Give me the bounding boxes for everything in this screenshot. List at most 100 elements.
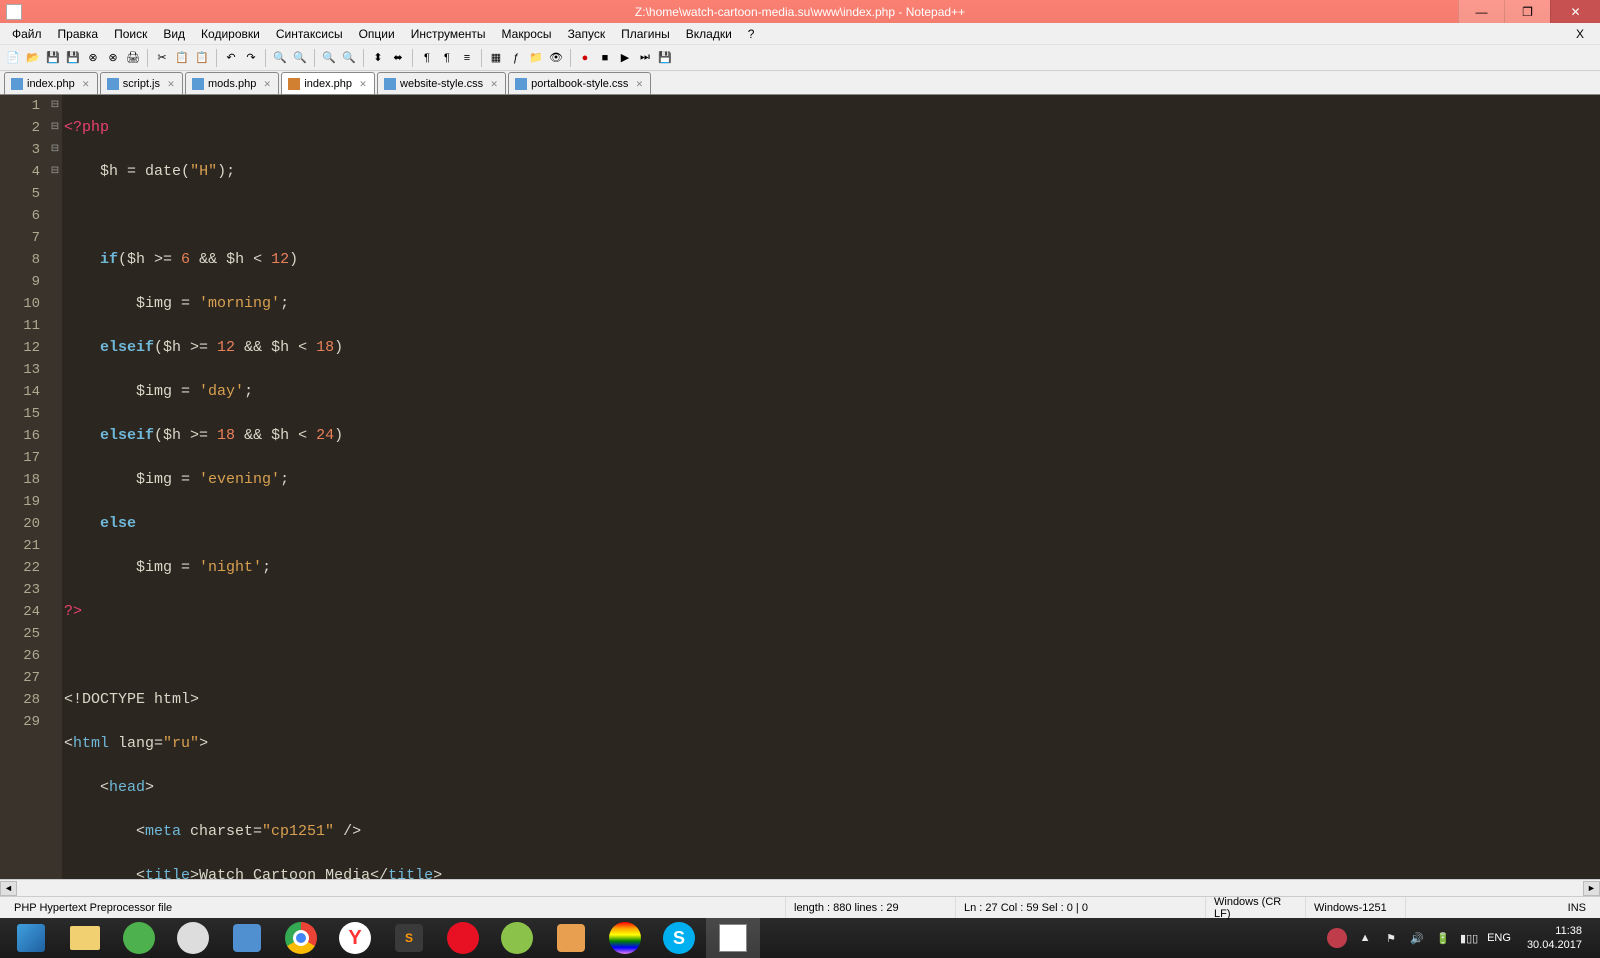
tray-volume-icon[interactable]: 🔊 xyxy=(1409,930,1425,946)
app-icon xyxy=(6,4,22,20)
tab-portalbook-style-css[interactable]: portalbook-style.css✕ xyxy=(508,72,651,94)
paste-icon[interactable]: 📋 xyxy=(193,49,211,67)
menu-help[interactable]: ? xyxy=(740,25,763,43)
func-list-icon[interactable]: ƒ xyxy=(507,49,525,67)
tab-close-icon[interactable]: ✕ xyxy=(166,79,176,89)
tab-close-icon[interactable]: ✕ xyxy=(489,79,499,89)
taskbar-app-1[interactable] xyxy=(166,918,220,958)
horizontal-scrollbar[interactable]: ◄ ► xyxy=(0,879,1600,896)
scroll-right-icon[interactable]: ► xyxy=(1583,881,1600,896)
taskbar-app-4[interactable] xyxy=(598,918,652,958)
taskbar-app-3[interactable] xyxy=(544,918,598,958)
indent-guide-icon[interactable]: ≡ xyxy=(458,49,476,67)
tray-clock[interactable]: 11:38 30.04.2017 xyxy=(1521,924,1588,952)
save-all-icon[interactable]: 💾 xyxy=(64,49,82,67)
tray-action-center-icon[interactable]: ⚑ xyxy=(1383,930,1399,946)
wordwrap-icon[interactable]: ¶ xyxy=(418,49,436,67)
tab-index-php-1[interactable]: index.php✕ xyxy=(4,72,98,94)
tab-close-icon[interactable]: ✕ xyxy=(81,79,91,89)
zoom-out-icon[interactable]: 🔍 xyxy=(340,49,358,67)
folder-icon[interactable]: 📁 xyxy=(527,49,545,67)
save-icon[interactable]: 💾 xyxy=(44,49,62,67)
doc-map-icon[interactable]: ▦ xyxy=(487,49,505,67)
close-button[interactable]: ✕ xyxy=(1550,0,1600,23)
menu-macros[interactable]: Макросы xyxy=(494,25,560,43)
toolbar: 📄 📂 💾 💾 ⊗ ⊗ 🖨 ✂ 📋 📋 ↶ ↷ 🔍 🔍 🔍 🔍 ⬍ ⬌ ¶ ¶ … xyxy=(0,45,1600,71)
taskbar-yandex[interactable]: Y xyxy=(328,918,382,958)
tab-script-js[interactable]: script.js ✕ xyxy=(100,72,183,94)
menu-run[interactable]: Запуск xyxy=(560,25,614,43)
taskbar-notepadpp[interactable] xyxy=(706,918,760,958)
monitor-icon[interactable]: 👁 xyxy=(547,49,565,67)
start-button[interactable] xyxy=(4,918,58,958)
taskbar-utorrent[interactable] xyxy=(112,918,166,958)
menu-syntax[interactable]: Синтаксисы xyxy=(268,25,351,43)
print-icon[interactable]: 🖨 xyxy=(124,49,142,67)
scroll-track[interactable] xyxy=(17,881,1583,896)
all-chars-icon[interactable]: ¶ xyxy=(438,49,456,67)
sync-v-icon[interactable]: ⬍ xyxy=(369,49,387,67)
menu-file[interactable]: Файл xyxy=(4,25,50,43)
file-icon xyxy=(515,78,527,90)
undo-icon[interactable]: ↶ xyxy=(222,49,240,67)
window-controls: — ❐ ✕ xyxy=(1458,0,1600,23)
taskbar-sublime[interactable]: S xyxy=(382,918,436,958)
menu-options[interactable]: Опции xyxy=(351,25,403,43)
file-icon xyxy=(384,78,396,90)
sync-h-icon[interactable]: ⬌ xyxy=(389,49,407,67)
close-file-icon[interactable]: ⊗ xyxy=(84,49,102,67)
taskbar-chrome[interactable] xyxy=(274,918,328,958)
tab-label: website-style.css xyxy=(400,78,483,90)
taskbar-explorer[interactable] xyxy=(58,918,112,958)
separator xyxy=(481,49,482,67)
tab-close-icon[interactable]: ✕ xyxy=(358,79,368,89)
taskbar-skype[interactable]: S xyxy=(652,918,706,958)
tab-mods-php[interactable]: mods.php✕ xyxy=(185,72,279,94)
tab-label: index.php xyxy=(304,78,352,90)
code-area[interactable]: <?php $h = date("H"); if($h >= 6 && $h <… xyxy=(62,95,1600,879)
tray-language[interactable]: ENG xyxy=(1487,932,1511,944)
taskbar-android-studio[interactable] xyxy=(490,918,544,958)
tray-network-icon[interactable]: ▮▯▯ xyxy=(1461,930,1477,946)
menu-plugins[interactable]: Плагины xyxy=(613,25,678,43)
tray-battery-icon[interactable]: 🔋 xyxy=(1435,930,1451,946)
redo-icon[interactable]: ↷ xyxy=(242,49,260,67)
menu-tools[interactable]: Инструменты xyxy=(403,25,494,43)
minimize-button[interactable]: — xyxy=(1458,0,1504,23)
play-multi-icon[interactable]: ⏭ xyxy=(636,49,654,67)
menu-edit[interactable]: Правка xyxy=(50,25,107,43)
tab-label: script.js xyxy=(123,78,160,90)
cut-icon[interactable]: ✂ xyxy=(153,49,171,67)
status-bar: PHP Hypertext Preprocessor file length :… xyxy=(0,896,1600,918)
tab-close-icon[interactable]: ✕ xyxy=(262,79,272,89)
menu-close-x[interactable]: X xyxy=(1568,25,1592,43)
tray-up-icon[interactable]: ▲ xyxy=(1357,930,1373,946)
stop-icon[interactable]: ■ xyxy=(596,49,614,67)
tab-close-icon[interactable]: ✕ xyxy=(634,79,644,89)
menu-encoding[interactable]: Кодировки xyxy=(193,25,268,43)
close-all-icon[interactable]: ⊗ xyxy=(104,49,122,67)
replace-icon[interactable]: 🔍 xyxy=(291,49,309,67)
tab-bar: index.php✕ script.js✕ mods.php✕ index.ph… xyxy=(0,71,1600,95)
tab-index-php-active[interactable]: index.php ✕ xyxy=(281,72,375,94)
separator xyxy=(216,49,217,67)
code-editor[interactable]: 1234567891011121314151617181920212223242… xyxy=(0,95,1600,879)
play-icon[interactable]: ▶ xyxy=(616,49,634,67)
menu-view[interactable]: Вид xyxy=(155,25,193,43)
open-file-icon[interactable]: 📂 xyxy=(24,49,42,67)
scroll-left-icon[interactable]: ◄ xyxy=(0,881,17,896)
new-file-icon[interactable]: 📄 xyxy=(4,49,22,67)
menu-search[interactable]: Поиск xyxy=(106,25,155,43)
tray-app-icon[interactable] xyxy=(1327,928,1347,948)
find-icon[interactable]: 🔍 xyxy=(271,49,289,67)
maximize-button[interactable]: ❐ xyxy=(1504,0,1550,23)
taskbar-app-2[interactable] xyxy=(220,918,274,958)
fold-column[interactable]: ⊟⊟⊟⊟ xyxy=(48,95,62,879)
copy-icon[interactable]: 📋 xyxy=(173,49,191,67)
menu-tabs[interactable]: Вкладки xyxy=(678,25,740,43)
save-macro-icon[interactable]: 💾 xyxy=(656,49,674,67)
record-icon[interactable]: ● xyxy=(576,49,594,67)
taskbar-opera[interactable] xyxy=(436,918,490,958)
tab-website-style-css[interactable]: website-style.css ✕ xyxy=(377,72,506,94)
zoom-in-icon[interactable]: 🔍 xyxy=(320,49,338,67)
